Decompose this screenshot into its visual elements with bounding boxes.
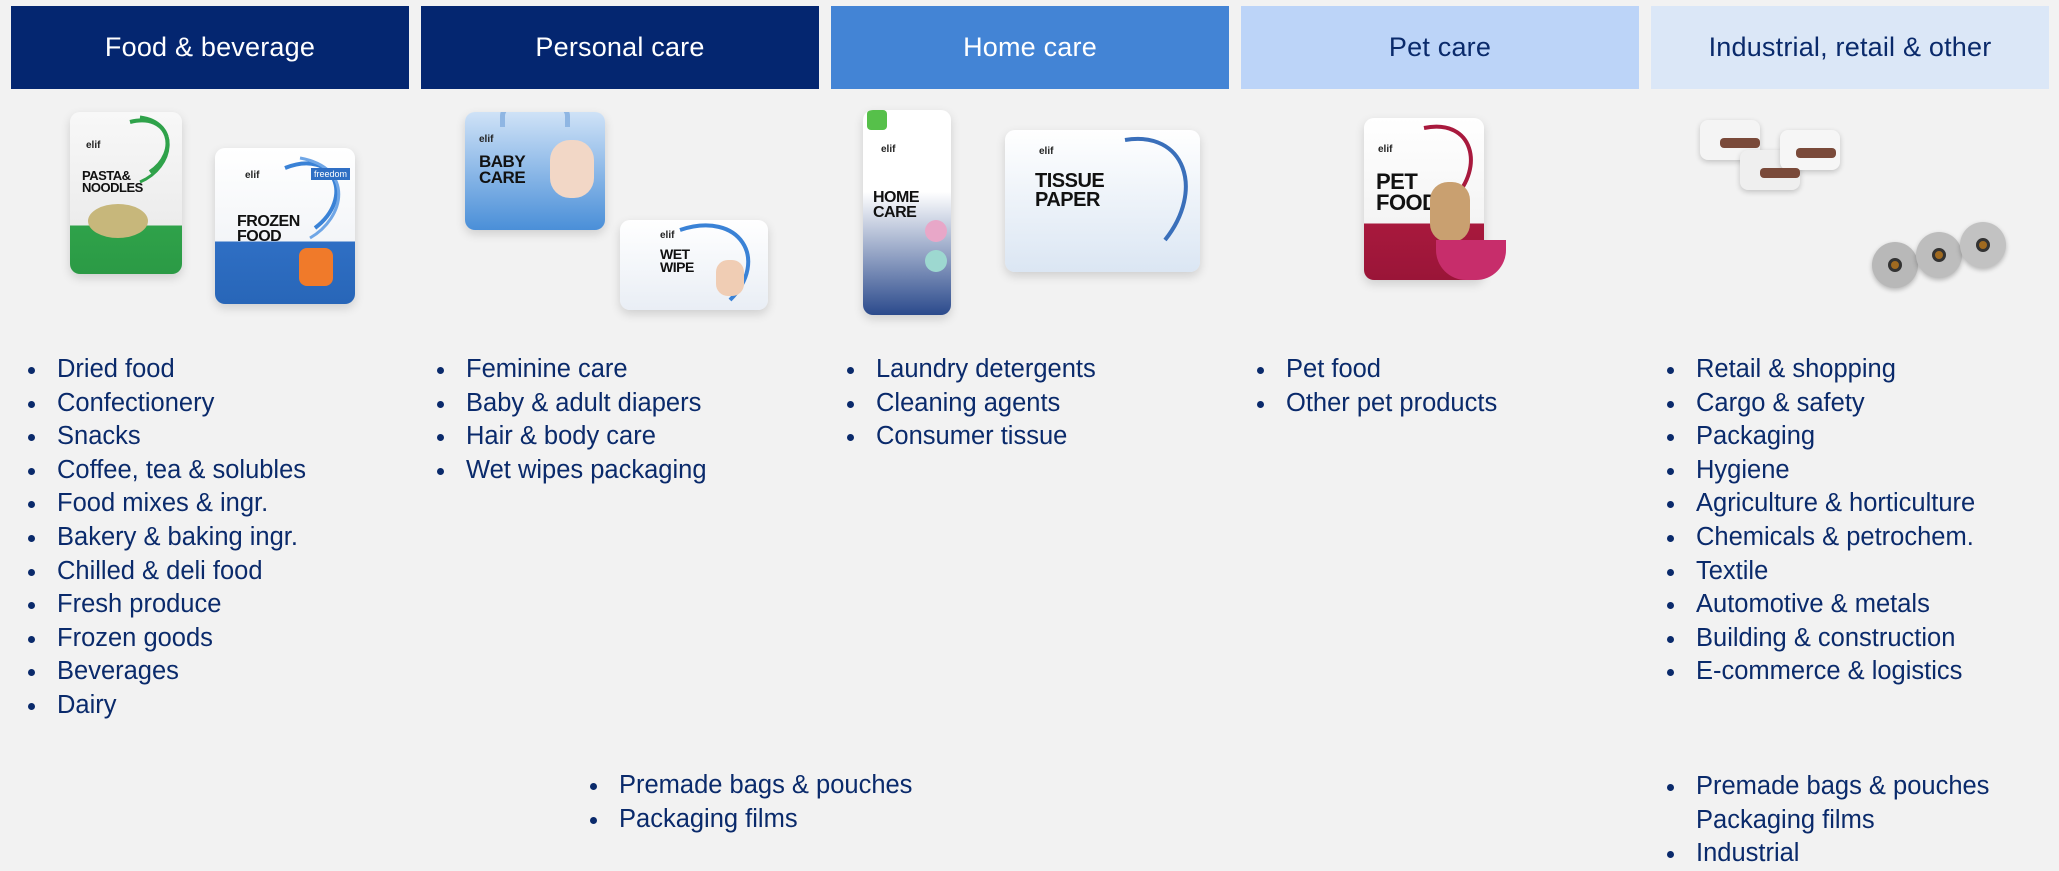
- pasta-noodles-pouch: elif PASTA& NOODLES: [70, 112, 182, 274]
- package-title: BABY CARE: [479, 152, 526, 188]
- list-item: Baby & adult diapers: [433, 387, 707, 421]
- list-item: Beverages: [24, 655, 306, 689]
- list-item: Other pet products: [1253, 387, 1497, 421]
- baby-photo-graphic: [550, 140, 594, 198]
- handle-graphic: [500, 112, 570, 127]
- brand-logo: elif: [660, 230, 675, 241]
- column-personal-care: Personal care: [421, 6, 819, 89]
- list-item: Retail & shopping: [1663, 353, 1975, 387]
- personal-care-list: Feminine care Baby & adult diapers Hair …: [433, 353, 707, 487]
- bottom-right-list: Premade bags & pouches Packaging films I…: [1663, 770, 1989, 871]
- list-item: Agriculture & horticulture: [1663, 487, 1975, 521]
- list-item: Laundry detergents: [843, 353, 1096, 387]
- package-title: FROZEN FOOD: [237, 213, 300, 246]
- list-item: Bakery & baking ingr.: [24, 521, 306, 555]
- header-home-care: Home care: [831, 6, 1229, 89]
- tissue-paper-pack: elif TISSUE PAPER: [1005, 130, 1200, 272]
- list-item: Building & construction: [1663, 622, 1975, 656]
- pet-care-packages-image: elif PET FOOD: [1340, 100, 1540, 320]
- list-item: Snacks: [24, 420, 306, 454]
- personal-care-packages-image: elif BABY CARE elif WET WIPE: [450, 100, 800, 335]
- bottom-left-list: Premade bags & pouches Packaging films: [586, 769, 912, 836]
- column-home-care: Home care: [831, 6, 1229, 89]
- list-item: Dried food: [24, 353, 306, 387]
- package-title: WET WIPE: [660, 246, 694, 276]
- header-industrial: Industrial, retail & other: [1651, 6, 2049, 89]
- list-item: Fresh produce: [24, 588, 306, 622]
- list-item: Dairy: [24, 689, 306, 723]
- list-item: Chilled & deli food: [24, 555, 306, 589]
- list-item: Chemicals & petrochem.: [1663, 521, 1975, 555]
- package-title: PET FOOD: [1376, 169, 1438, 215]
- brand-logo: elif: [881, 144, 896, 155]
- list-item: Premade bags & pouches: [586, 769, 912, 803]
- list-item: Frozen goods: [24, 622, 306, 656]
- column-industrial: Industrial, retail & other: [1651, 6, 2049, 89]
- list-item: Coffee, tea & solubles: [24, 454, 306, 488]
- industrial-packages-image: [1690, 100, 2020, 315]
- kitten-graphic: [1430, 182, 1470, 242]
- home-care-list: Laundry detergents Cleaning agents Consu…: [843, 353, 1096, 454]
- list-item: Packaging films: [586, 803, 912, 837]
- salmon-graphic: [299, 248, 333, 286]
- frozen-food-pack: elif freedom FROZEN FOOD: [215, 148, 355, 304]
- list-item: Packaging: [1663, 420, 1975, 454]
- header-pet-care: Pet care: [1241, 6, 1639, 89]
- wet-wipe-pack: elif WET WIPE: [620, 220, 768, 310]
- food-list: Dried food Confectionery Snacks Coffee, …: [24, 353, 306, 723]
- sandbags-graphic: [1700, 110, 1850, 220]
- list-item: Cleaning agents: [843, 387, 1096, 421]
- column-food-beverage: Food & beverage: [11, 6, 409, 89]
- list-item: Food mixes & ingr.: [24, 487, 306, 521]
- brand-logo: elif: [245, 170, 260, 181]
- list-item: Textile: [1663, 555, 1975, 589]
- home-care-packages-image: elif HOME CARE elif TISSUE PAPER: [855, 100, 1225, 330]
- list-item: Hygiene: [1663, 454, 1975, 488]
- package-title: TISSUE PAPER: [1035, 170, 1105, 211]
- package-title: HOME CARE: [873, 189, 920, 222]
- brand-logo: elif: [1378, 144, 1393, 155]
- badge-graphic: [925, 250, 947, 272]
- list-item: Packaging films: [1696, 805, 1875, 834]
- header-personal-care: Personal care: [421, 6, 819, 89]
- food-bowl-graphic: [88, 204, 148, 238]
- brand-logo: elif: [479, 134, 494, 145]
- list-item: Wet wipes packaging: [433, 454, 707, 488]
- brand-badge: freedom: [311, 168, 351, 180]
- list-item: Cargo & safety: [1663, 387, 1975, 421]
- brand-logo: elif: [1039, 146, 1054, 157]
- industrial-list: Retail & shopping Cargo & safety Packagi…: [1663, 353, 1975, 689]
- column-pet-care: Pet care: [1241, 6, 1639, 89]
- pet-care-list: Pet food Other pet products: [1253, 353, 1497, 420]
- header-food-beverage: Food & beverage: [11, 6, 409, 89]
- list-item: Feminine care: [433, 353, 707, 387]
- film-rolls-graphic: [1872, 218, 2010, 300]
- baby-care-pack: elif BABY CARE: [465, 112, 605, 230]
- food-packages-image: elif PASTA& NOODLES elif freedom FROZEN …: [60, 100, 380, 325]
- brand-logo: elif: [86, 140, 101, 151]
- package-title: PASTA& NOODLES: [82, 168, 143, 196]
- list-item: E-commerce & logistics: [1663, 655, 1975, 689]
- home-care-pouch: elif HOME CARE: [863, 110, 951, 315]
- badge-graphic: [925, 220, 947, 242]
- list-item: Hair & body care: [433, 420, 707, 454]
- spout-graphic: [867, 110, 887, 130]
- baby-photo-graphic: [716, 260, 744, 296]
- list-item: Premade bags & pouches: [1663, 770, 1989, 804]
- list-item: Automotive & metals: [1663, 588, 1975, 622]
- list-item: Confectionery: [24, 387, 306, 421]
- list-item: Pet food: [1253, 353, 1497, 387]
- list-item: Consumer tissue: [843, 420, 1096, 454]
